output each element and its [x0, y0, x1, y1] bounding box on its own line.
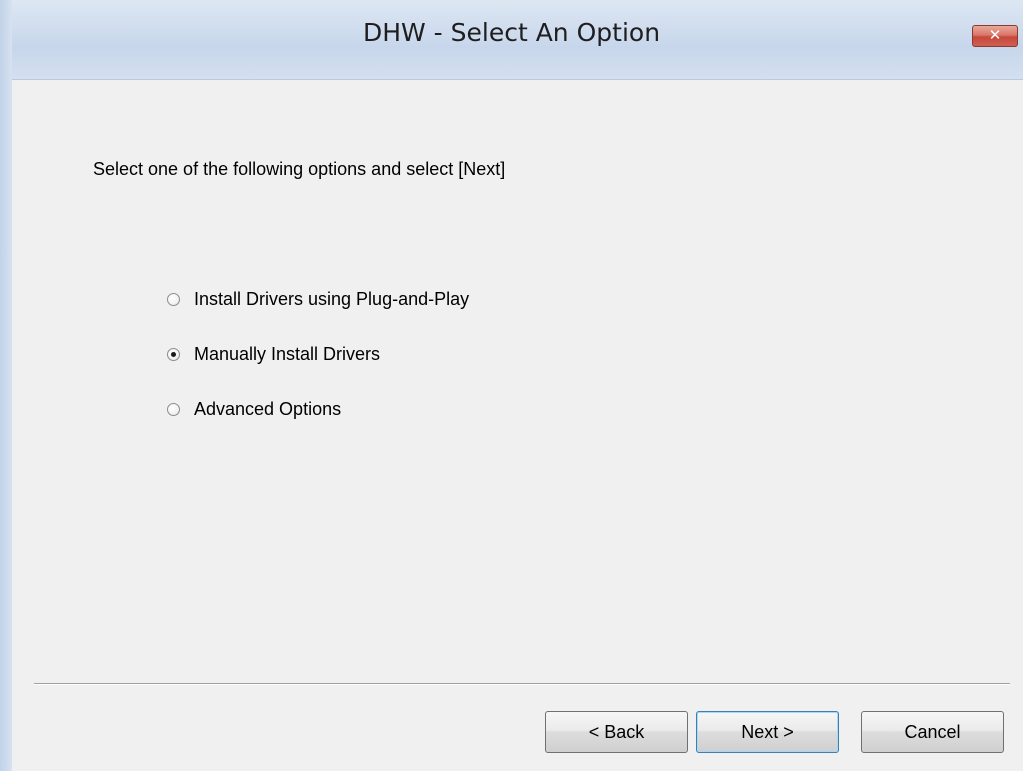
- option-plug-and-play[interactable]: Install Drivers using Plug-and-Play: [167, 287, 469, 311]
- cancel-button[interactable]: Cancel: [861, 711, 1004, 753]
- radio-button-plug-and-play[interactable]: [167, 292, 180, 306]
- option-manual-install[interactable]: Manually Install Drivers: [167, 342, 380, 366]
- window-title: DHW - Select An Option: [362, 18, 661, 47]
- back-button[interactable]: < Back: [545, 711, 688, 753]
- option-label: Install Drivers using Plug-and-Play: [194, 288, 470, 309]
- title-bar[interactable]: DHW - Select An Option ✕: [0, 0, 1023, 80]
- option-label: Advanced Options: [194, 398, 342, 419]
- radio-button-manual-install[interactable]: [167, 347, 180, 361]
- next-button[interactable]: Next >: [696, 711, 839, 753]
- instruction-text: Select one of the following options and …: [93, 159, 506, 179]
- window-frame-left: [0, 0, 12, 771]
- radio-button-advanced[interactable]: [167, 402, 180, 416]
- option-advanced[interactable]: Advanced Options: [167, 397, 341, 421]
- close-icon: ✕: [988, 26, 1002, 44]
- button-separator: [34, 683, 1010, 685]
- close-button[interactable]: ✕: [972, 25, 1018, 47]
- option-label: Manually Install Drivers: [194, 343, 381, 364]
- dialog-window: DHW - Select An Option ✕ Select one of t…: [0, 0, 1023, 771]
